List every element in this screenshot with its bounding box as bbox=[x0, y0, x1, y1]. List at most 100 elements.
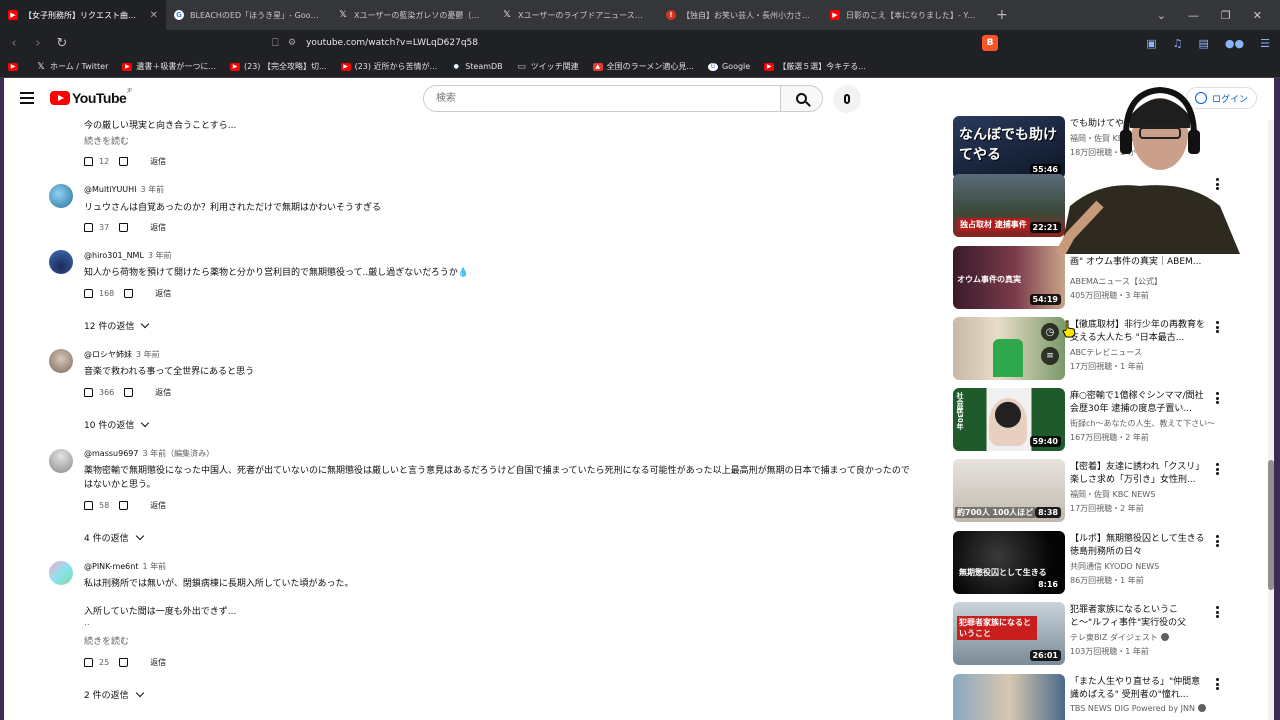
watch-later-icon[interactable]: ◷ bbox=[1041, 323, 1059, 341]
related-video-item[interactable]: オウム事件の真実 54:19 画" オウム事件の真実｜ABEM... ABEMA… bbox=[953, 246, 1263, 312]
add-to-queue-icon[interactable]: ≡ bbox=[1041, 347, 1059, 365]
video-thumbnail[interactable]: ◷ ≡ bbox=[953, 317, 1065, 380]
browser-tab[interactable]: ▶ 日影のこえ【本になりました】- YouTube bbox=[822, 0, 986, 30]
screenshot-icon[interactable]: ▣ bbox=[1146, 37, 1156, 50]
avatar[interactable] bbox=[49, 184, 73, 208]
comment-author[interactable]: @ロシヤ姉妹 bbox=[84, 350, 132, 359]
bookmark-item[interactable]: G Google bbox=[707, 62, 750, 71]
like-icon[interactable] bbox=[84, 157, 93, 166]
site-info-icon[interactable]: ⚙ bbox=[288, 38, 296, 48]
bookmark-item[interactable]: ▶ bbox=[8, 62, 22, 71]
menu-icon[interactable]: ☰ bbox=[1260, 37, 1270, 50]
comment-date[interactable]: 1 年前 bbox=[142, 562, 166, 571]
bookmark-item[interactable]: ● SteamDB bbox=[451, 62, 503, 71]
dislike-icon[interactable] bbox=[119, 223, 129, 232]
browser-tab[interactable]: ▶ 【女子刑務所】リクエスト曲は「回家」 ✕ bbox=[0, 0, 166, 30]
media-icon[interactable]: ♫ bbox=[1173, 37, 1183, 50]
bookmark-item[interactable]: ▶ 遺書＋吸書が一つに... bbox=[122, 61, 216, 72]
more-options-icon[interactable] bbox=[1216, 463, 1220, 475]
new-tab-icon[interactable]: + bbox=[996, 7, 1008, 23]
like-icon[interactable] bbox=[84, 658, 93, 667]
video-thumbnail[interactable]: 無期懲役囚として生きる 8:16 bbox=[953, 531, 1065, 594]
video-title[interactable]: 【徹底取材】非行少年の再教育を支える大人たち "日本最古... bbox=[1070, 319, 1208, 345]
dislike-icon[interactable] bbox=[119, 501, 129, 510]
url-field[interactable]: ⚙ youtube.com/watch?v=LWLqD627q58 bbox=[288, 30, 478, 56]
more-options-icon[interactable] bbox=[1216, 321, 1220, 333]
dislike-icon[interactable] bbox=[124, 388, 134, 397]
channel-name[interactable]: 福岡・佐賀 KBC NEWS bbox=[1070, 489, 1220, 500]
show-replies-button[interactable]: 2 件の返信 bbox=[84, 688, 144, 701]
bookmark-item[interactable]: 𝕏 ホーム / Twitter bbox=[36, 61, 108, 72]
browser-tab[interactable]: 𝕏 Xユーザーのライブドアニュースさん：「【容疑】 bbox=[494, 0, 658, 30]
search-button[interactable] bbox=[781, 85, 823, 112]
avatar[interactable] bbox=[49, 250, 73, 274]
comment-date[interactable]: 3 年前 bbox=[141, 185, 165, 194]
reply-button[interactable]: 返信 bbox=[155, 288, 171, 299]
hamburger-menu-icon[interactable] bbox=[20, 92, 34, 104]
extensions-icon[interactable]: ●● bbox=[1225, 37, 1244, 50]
related-video-item[interactable]: 約700人 100人ほど 8:38 【密着】友達に誘われ「クスリ」楽しさ求め「万… bbox=[953, 459, 1263, 525]
dislike-icon[interactable] bbox=[119, 658, 129, 667]
close-icon[interactable]: ✕ bbox=[150, 10, 158, 21]
restore-icon[interactable]: ❐ bbox=[1221, 9, 1231, 22]
comment-author[interactable]: @hiro301_NML bbox=[84, 251, 144, 260]
video-title[interactable]: 「また人生やり直せる」"仲間意識めばえる" 受刑者の"憧れ... bbox=[1070, 676, 1208, 702]
video-title[interactable]: 犯罪者家族になるということ〜"ルフィ事件"実行役の父【ザ... bbox=[1070, 604, 1208, 630]
bookmark-folder[interactable]: ▭ ツイッチ関連 bbox=[517, 61, 578, 72]
tab-search-chevron-icon[interactable]: ⌄ bbox=[1157, 9, 1166, 22]
like-icon[interactable] bbox=[84, 501, 93, 510]
page-scrollbar[interactable] bbox=[1268, 120, 1274, 720]
channel-name[interactable]: 共同通信 KYODO NEWS bbox=[1070, 561, 1220, 572]
avatar[interactable] bbox=[49, 561, 73, 585]
close-window-icon[interactable]: ✕ bbox=[1253, 9, 1262, 22]
bookmark-item[interactable]: ▶ 【厳選５選】今キテる... bbox=[764, 61, 866, 72]
bookmark-item[interactable]: ▶ (23) 近所から苦情が... bbox=[340, 61, 437, 72]
minimize-icon[interactable]: — bbox=[1188, 9, 1199, 22]
channel-name[interactable]: ABCテレビニュース bbox=[1070, 347, 1220, 358]
show-replies-button[interactable]: 4 件の返信 bbox=[84, 531, 144, 544]
more-options-icon[interactable] bbox=[1216, 392, 1220, 404]
scrollbar-thumb[interactable] bbox=[1268, 460, 1274, 590]
reply-button[interactable]: 返信 bbox=[155, 387, 171, 398]
channel-name[interactable]: ABEMAニュース【公式】 bbox=[1070, 276, 1220, 287]
read-more-link[interactable]: 続きを読む bbox=[84, 634, 129, 647]
avatar[interactable] bbox=[49, 449, 73, 473]
video-thumbnail[interactable]: オウム事件の真実 54:19 bbox=[953, 246, 1065, 309]
related-video-item[interactable]: 社会歴30年 59:40 麻○密輸で1億稼ぐシンママ/間社会歴30年 逮捕の度息… bbox=[953, 388, 1263, 454]
comment-date[interactable]: 3 年前 bbox=[148, 251, 172, 260]
comment-author[interactable]: @PINK-me6nt bbox=[84, 562, 138, 571]
video-thumbnail[interactable] bbox=[953, 674, 1065, 720]
reply-button[interactable]: 返信 bbox=[150, 500, 166, 511]
like-icon[interactable] bbox=[84, 388, 93, 397]
like-icon[interactable] bbox=[84, 223, 93, 232]
dislike-icon[interactable] bbox=[124, 289, 134, 298]
show-replies-button[interactable]: 10 件の返信 bbox=[84, 418, 150, 431]
comment-author[interactable]: @massu9697 bbox=[84, 449, 138, 458]
youtube-logo[interactable]: YouTube JP bbox=[50, 88, 132, 106]
video-thumbnail[interactable]: 社会歴30年 59:40 bbox=[953, 388, 1065, 451]
reply-button[interactable]: 返信 bbox=[150, 222, 166, 233]
channel-name[interactable]: TBS NEWS DIG Powered by JNN bbox=[1070, 704, 1220, 713]
bookmark-icon[interactable]: ⎕ bbox=[272, 36, 279, 50]
reply-button[interactable]: 返信 bbox=[150, 657, 166, 668]
comment-author[interactable]: @MultiYUUHI bbox=[84, 185, 137, 194]
more-options-icon[interactable] bbox=[1216, 606, 1220, 618]
channel-name[interactable]: テレ東BIZ ダイジェスト bbox=[1070, 632, 1220, 643]
voice-search-button[interactable] bbox=[833, 85, 861, 113]
reload-icon[interactable]: ↻ bbox=[52, 36, 72, 51]
related-video-item[interactable]: 「また人生やり直せる」"仲間意識めばえる" 受刑者の"憧れ... TBS NEW… bbox=[953, 674, 1263, 720]
comment-date[interactable]: 3 年前 bbox=[136, 350, 160, 359]
video-thumbnail[interactable]: 約700人 100人ほど 8:38 bbox=[953, 459, 1065, 522]
like-icon[interactable] bbox=[84, 289, 93, 298]
more-options-icon[interactable] bbox=[1216, 678, 1220, 690]
related-video-item[interactable]: 無期懲役囚として生きる 8:16 【ルポ】無期懲役囚として生きる 徳島刑務所の日… bbox=[953, 531, 1263, 597]
browser-tab[interactable]: 𝕏 Xユーザーの藍染ガレソの憂鬱（裏垢） bbox=[330, 0, 494, 30]
back-icon[interactable]: ‹ bbox=[4, 36, 24, 51]
more-options-icon[interactable] bbox=[1216, 535, 1220, 547]
reply-button[interactable]: 返信 bbox=[150, 156, 166, 167]
comment-date[interactable]: 3 年前（編集済み） bbox=[142, 449, 214, 458]
search-input[interactable] bbox=[423, 85, 781, 112]
show-replies-button[interactable]: 12 件の返信 bbox=[84, 319, 150, 332]
browser-tab[interactable]: G BLEACHのED「ほうき星」- Google 検索 bbox=[166, 0, 330, 30]
brave-shield-icon[interactable]: B bbox=[982, 35, 998, 51]
